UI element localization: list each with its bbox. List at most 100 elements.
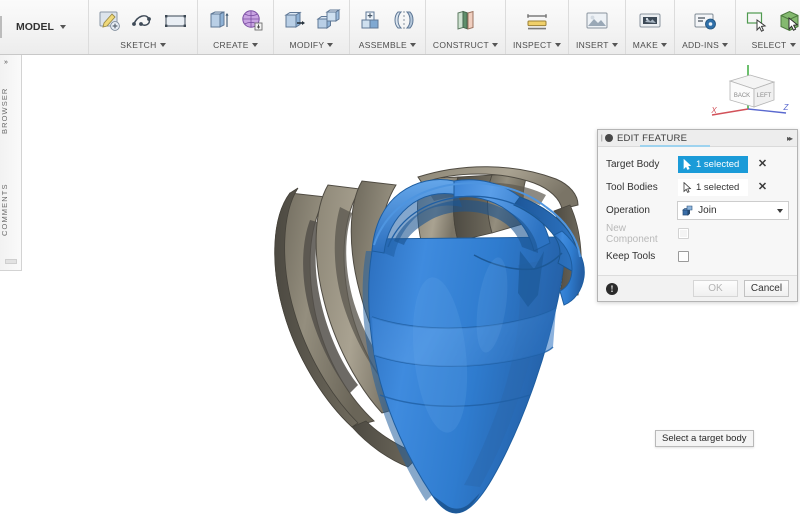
viewcube-face-left: LEFT: [757, 93, 772, 99]
chevron-down-icon: [554, 43, 561, 47]
tool-bodies-label: Tool Bodies: [606, 182, 658, 193]
new-component-icon[interactable]: [357, 7, 385, 35]
workspace-label: MODEL: [16, 21, 54, 33]
row-keep-tools: Keep Tools: [606, 245, 789, 268]
chevron-down-icon: [327, 43, 334, 47]
sidebar-item-comments[interactable]: COMMENTS: [0, 165, 22, 255]
cursor-icon: [683, 159, 692, 170]
dialog-title: EDIT FEATURE: [617, 132, 688, 144]
chevron-down-icon: [410, 43, 417, 47]
tool-bodies-value: 1 selected: [696, 182, 740, 193]
dialog-header[interactable]: ||| EDIT FEATURE ▸▸: [598, 130, 797, 147]
operation-label: Operation: [606, 205, 650, 216]
target-body-clear-icon[interactable]: ✕: [756, 158, 769, 171]
chevron-down-icon: [722, 43, 729, 47]
sidebar-item-browser[interactable]: BROWSER: [0, 71, 22, 151]
status-tooltip: Select a target body: [655, 430, 754, 447]
viewcube-face-back: BACK: [734, 93, 750, 99]
target-body-value: 1 selected: [696, 159, 740, 170]
toolbar-group-addins: ADD-INS: [675, 0, 737, 54]
press-pull-icon[interactable]: [281, 7, 309, 35]
tool-bodies-clear-icon[interactable]: ✕: [756, 181, 769, 194]
new-component-checkbox: [678, 228, 689, 239]
select-body-icon[interactable]: [776, 7, 800, 35]
group-label-text: INSPECT: [512, 40, 552, 50]
toolbar-group-select: SELECT: [736, 0, 800, 54]
create-sketch-icon[interactable]: [96, 7, 124, 35]
sidebar-resize-handle[interactable]: [5, 259, 17, 264]
row-operation: Operation Join: [606, 199, 789, 222]
collapse-icon[interactable]: ▸▸: [787, 134, 793, 143]
target-body-select-button[interactable]: 1 selected: [678, 156, 748, 173]
group-label-text: MAKE: [632, 40, 659, 50]
extrude-icon[interactable]: [205, 7, 233, 35]
chevron-down-icon: [661, 43, 668, 47]
toolbar-group-label[interactable]: INSERT: [576, 40, 618, 50]
cancel-button[interactable]: Cancel: [744, 280, 789, 297]
new-component-label: New Component: [606, 222, 658, 245]
chevron-down-icon: [59, 25, 66, 29]
operation-value: Join: [698, 205, 717, 216]
axis-label-z: Z: [783, 103, 790, 112]
chevron-down-icon: [251, 43, 258, 47]
toolbar-group-label[interactable]: ADD-INS: [682, 40, 729, 50]
combine-icon[interactable]: [314, 7, 342, 35]
chevron-down-icon: [789, 43, 796, 47]
toolbar-group-insert: INSERT: [569, 0, 626, 54]
scripts-addins-icon[interactable]: [691, 7, 719, 35]
toolbar-group-create: CREATE: [198, 0, 274, 54]
toolbar-group-construct: CONSTRUCT: [426, 0, 506, 54]
toolbar-group-label[interactable]: SKETCH: [120, 40, 166, 50]
toolbar-group-modify: MODIFY: [274, 0, 350, 54]
row-new-component: New Component: [606, 222, 789, 245]
toolbar-group-label[interactable]: INSPECT: [513, 40, 561, 50]
view-cube[interactable]: BACK LEFT X Z: [696, 57, 794, 123]
group-label-text: ADD-INS: [682, 40, 720, 50]
chevron-down-icon: [777, 208, 783, 213]
edit-feature-dialog: ||| EDIT FEATURE ▸▸ Target Body 1 select…: [597, 129, 798, 302]
toolbar-group-label[interactable]: ASSEMBLE: [359, 40, 417, 50]
keep-tools-label: Keep Tools: [606, 251, 656, 262]
join-icon: [682, 205, 693, 216]
ok-button[interactable]: OK: [693, 280, 738, 297]
operation-dropdown[interactable]: Join: [677, 201, 789, 220]
group-label-text: SKETCH: [120, 40, 157, 50]
toolbar-group-label[interactable]: MAKE: [632, 40, 668, 50]
feature-status-icon: [605, 134, 613, 142]
left-sidebar: » BROWSER COMMENTS: [0, 55, 22, 271]
target-body-label: Target Body: [606, 159, 660, 170]
keep-tools-checkbox[interactable]: [678, 251, 689, 262]
cursor-icon: [683, 182, 692, 193]
joint-icon[interactable]: [390, 7, 418, 35]
chevron-down-icon: [159, 43, 166, 47]
dialog-footer: ! OK Cancel: [598, 275, 797, 301]
toolbar-group-label[interactable]: CREATE: [213, 40, 258, 50]
row-target-body: Target Body 1 selected ✕: [606, 153, 789, 176]
dialog-body: Target Body 1 selected ✕ Tool Bodies 1 s…: [598, 147, 797, 268]
axis-label-x: X: [710, 106, 717, 115]
select-window-icon[interactable]: [743, 7, 771, 35]
group-label-text: CONSTRUCT: [432, 40, 489, 50]
expand-panel-icon[interactable]: »: [4, 59, 8, 66]
toolbar-group-make: MAKE: [626, 0, 676, 54]
fusion360-window: MODEL SKETCH CREATE MODIFY ASSEMBLE CONS…: [0, 0, 800, 532]
insert-mcmaster-icon[interactable]: [583, 7, 611, 35]
group-label-text: CREATE: [213, 40, 249, 50]
toolbar-group-label[interactable]: SELECT: [752, 40, 796, 50]
workspace-selector[interactable]: MODEL: [2, 0, 89, 54]
row-tool-bodies: Tool Bodies 1 selected ✕: [606, 176, 789, 199]
toolbar-group-label[interactable]: CONSTRUCT: [433, 40, 498, 50]
toolbar-group-label[interactable]: MODIFY: [289, 40, 334, 50]
toolbar-group-inspect: INSPECT: [506, 0, 569, 54]
main-toolbar: MODEL SKETCH CREATE MODIFY ASSEMBLE CONS…: [0, 0, 800, 55]
rectangle-icon[interactable]: [162, 7, 190, 35]
group-label-text: MODIFY: [289, 40, 325, 50]
spline-icon[interactable]: [129, 7, 157, 35]
create-form-icon[interactable]: [238, 7, 266, 35]
measure-icon[interactable]: [523, 7, 551, 35]
info-icon[interactable]: !: [606, 282, 618, 295]
tool-bodies-select-button[interactable]: 1 selected: [678, 179, 748, 196]
dialog-buttons: OK Cancel: [687, 280, 789, 297]
3d-print-icon[interactable]: [636, 7, 664, 35]
offset-plane-icon[interactable]: [451, 7, 479, 35]
